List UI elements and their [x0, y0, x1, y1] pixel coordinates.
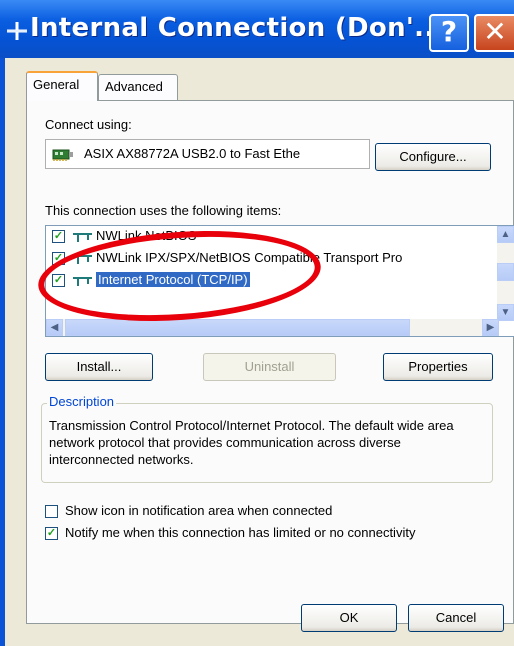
protocol-icon — [73, 233, 92, 242]
connect-using-label: Connect using: — [45, 117, 132, 132]
description-legend: Description — [47, 394, 117, 409]
tab-advanced[interactable]: Advanced — [98, 74, 178, 100]
ok-button-label: OK — [339, 610, 359, 625]
cancel-button-label: Cancel — [435, 610, 477, 625]
item-checkbox[interactable]: ✓ — [52, 252, 65, 265]
scroll-thumb[interactable] — [65, 319, 410, 336]
cancel-button[interactable]: Cancel — [408, 604, 504, 632]
item-checkbox[interactable]: ✓ — [52, 274, 65, 287]
general-panel: Connect using: ASIX AX88772A USB2.0 to F… — [26, 100, 514, 624]
protocol-icon — [73, 277, 92, 286]
adapter-name: ASIX AX88772A USB2.0 to Fast Ethe — [84, 146, 301, 161]
tab-general[interactable]: General — [26, 71, 98, 101]
install-button-label: Install... — [76, 359, 122, 374]
configure-button[interactable]: Configure... — [375, 143, 491, 171]
protocol-icon — [73, 255, 92, 264]
scroll-up-icon[interactable]: ▲ — [497, 226, 514, 243]
item-label: Internet Protocol (TCP/IP) — [96, 272, 250, 287]
dialog-body: General Advanced Connect using: ASIX AX8… — [5, 58, 514, 646]
properties-button-label: Properties — [408, 359, 468, 374]
item-checkbox[interactable]: ✓ — [52, 230, 65, 243]
scroll-down-icon[interactable]: ▼ — [497, 304, 514, 321]
notify-label: Notify me when this connection has limit… — [65, 525, 416, 540]
adapter-field: ASIX AX88772A USB2.0 to Fast Ethe — [45, 139, 370, 169]
help-button[interactable]: ? — [429, 14, 469, 52]
show-icon-checkbox[interactable] — [45, 505, 58, 518]
item-label: NWLink NetBIOS — [96, 228, 197, 243]
close-button[interactable]: ✕ — [474, 14, 514, 52]
ok-button[interactable]: OK — [301, 604, 397, 632]
scroll-thumb[interactable] — [497, 263, 514, 281]
scroll-right-icon[interactable]: ▶ — [482, 319, 499, 336]
horizontal-scrollbar[interactable]: ◀ ▶ — [46, 319, 499, 336]
network-icon — [7, 22, 27, 40]
configure-button-label: Configure... — [399, 149, 467, 164]
properties-button[interactable]: Properties — [383, 353, 493, 381]
notify-checkbox[interactable]: ✓ — [45, 527, 58, 540]
item-label: NWLink IPX/SPX/NetBIOS Compatible Transp… — [96, 250, 403, 265]
scroll-left-icon[interactable]: ◀ — [46, 319, 63, 336]
description-text: Transmission Control Protocol/Internet P… — [49, 418, 454, 467]
network-card-icon — [52, 149, 73, 161]
show-icon-label: Show icon in notification area when conn… — [65, 503, 333, 518]
install-button[interactable]: Install... — [45, 353, 153, 381]
items-label: This connection uses the following items… — [45, 203, 282, 218]
items-list[interactable]: ✓ NWLink NetBIOS ✓ NWLink IPX/SPX/NetBIO… — [45, 225, 514, 337]
window-title: Internal Connection (Don'... — [30, 13, 445, 43]
uninstall-button-label: Uninstall — [244, 359, 295, 374]
dialog-window: Internal Connection (Don'... ? ✕ General… — [0, 0, 514, 646]
uninstall-button[interactable]: Uninstall — [203, 353, 336, 381]
title-bar[interactable]: Internal Connection (Don'... ? ✕ — [0, 0, 514, 58]
vertical-scrollbar[interactable]: ▲ ▼ — [497, 226, 514, 321]
